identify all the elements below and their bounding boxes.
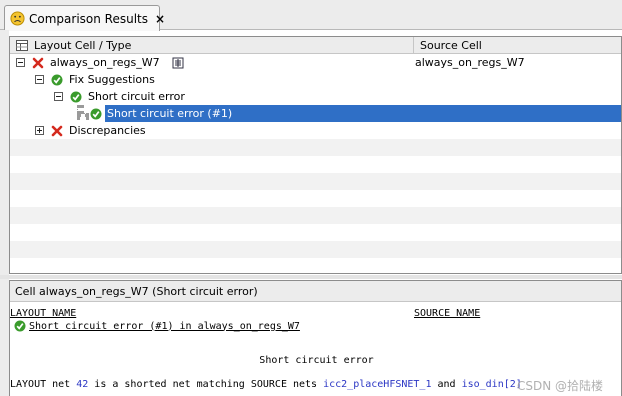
tree-item-label: Fix Suggestions	[69, 73, 155, 86]
net-text: and	[431, 379, 462, 390]
net-text: LAYOUT net	[10, 379, 77, 390]
source-net-link[interactable]: iso_din[2]	[462, 379, 522, 390]
close-icon[interactable]: ×	[155, 13, 165, 25]
left-margin	[0, 30, 9, 396]
tree-row-fix-suggestions[interactable]: Fix Suggestions	[10, 71, 621, 88]
collapse-toggle[interactable]	[54, 88, 63, 105]
empty-row	[10, 173, 621, 190]
empty-row	[10, 224, 621, 241]
net-description: LAYOUT net 42 is a shorted net matching …	[10, 378, 522, 391]
empty-row	[10, 207, 621, 224]
detail-item-link[interactable]: Short circuit error (#1) in always_on_re…	[29, 321, 300, 332]
column-header-layout-cell[interactable]: Layout Cell / Type	[10, 37, 414, 54]
tree-row-short-circuit-error[interactable]: Short circuit error	[10, 88, 621, 105]
red-x-icon	[32, 54, 44, 71]
column-header-label: Layout Cell / Type	[34, 39, 132, 52]
tab-label: Comparison Results	[29, 11, 148, 26]
green-check-icon	[51, 71, 63, 88]
green-check-icon	[14, 320, 26, 332]
tree-row-discrepancies[interactable]: Discrepancies	[10, 122, 621, 139]
watermark: CSDN @拾陆楼	[516, 379, 603, 393]
hierarchy-icon[interactable]	[172, 54, 184, 71]
source-name-header: SOURCE NAME	[414, 308, 481, 319]
detail-heading: Short circuit error	[259, 355, 374, 366]
tree-connector	[77, 113, 89, 117]
empty-row	[10, 241, 621, 258]
empty-row	[10, 190, 621, 207]
detail-title: Cell always_on_regs_W7 (Short circuit er…	[10, 281, 621, 302]
red-x-icon	[51, 122, 63, 139]
tree-item-label: Short circuit error (#1)	[107, 107, 233, 120]
tree-item-label: Discrepancies	[69, 124, 146, 137]
tab-strip: Comparison Results ×	[0, 0, 622, 31]
net-text: is a shorted net matching SOURCE nets	[88, 379, 324, 390]
tab-comparison-results[interactable]: Comparison Results ×	[4, 5, 165, 31]
tree-item-label: always_on_regs_W7	[50, 56, 160, 69]
detail-item-row[interactable]: Short circuit error (#1) in always_on_re…	[10, 319, 300, 333]
source-net-link[interactable]: icc2_placeHFSNET_1	[323, 379, 431, 390]
tree-item-label: Short circuit error	[88, 90, 185, 103]
column-header-source-cell[interactable]: Source Cell	[415, 37, 621, 54]
column-header-label: Source Cell	[420, 39, 482, 52]
sad-face-icon	[10, 11, 25, 26]
collapse-toggle[interactable]	[16, 54, 25, 71]
green-check-icon	[70, 88, 82, 105]
expand-toggle[interactable]	[35, 122, 44, 139]
empty-row	[10, 258, 621, 273]
tree-rows: always_on_regs_W7 always_on_regs_W7 Fix …	[10, 54, 621, 273]
source-cell-value: always_on_regs_W7	[415, 56, 525, 69]
tree-row-always-on-regs[interactable]: always_on_regs_W7 always_on_regs_W7	[10, 54, 621, 71]
collapse-toggle[interactable]	[35, 71, 44, 88]
empty-row	[10, 156, 621, 173]
table-icon	[16, 40, 28, 51]
green-check-icon	[90, 105, 102, 122]
results-tree-panel: Layout Cell / Type Source Cell always_on…	[9, 36, 622, 274]
detail-panel: Cell always_on_regs_W7 (Short circuit er…	[9, 280, 622, 396]
empty-row	[10, 139, 621, 156]
layout-net-link[interactable]: 42	[76, 379, 88, 390]
tree-column-header: Layout Cell / Type Source Cell	[10, 37, 621, 54]
tree-row-short-circuit-error-1[interactable]: Short circuit error (#1)	[10, 105, 621, 122]
panel-splitter[interactable]	[0, 275, 622, 279]
